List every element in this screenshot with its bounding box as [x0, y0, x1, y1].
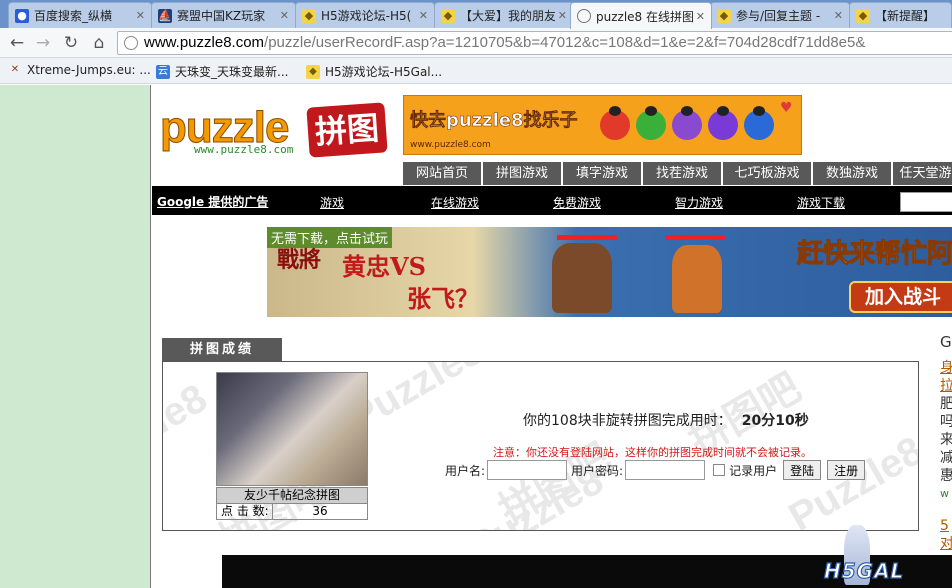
ad-link-online-games[interactable]: 在线游戏 — [431, 194, 479, 211]
left-margin — [0, 85, 151, 588]
fighter-figure — [672, 245, 722, 313]
nav-sudoku[interactable]: 数独游戏 — [813, 162, 893, 185]
h5gal-badge[interactable]: H5GAL — [822, 523, 952, 588]
heart-icon: ♥ — [780, 100, 793, 116]
forward-arrow-icon[interactable]: → — [32, 33, 54, 53]
forum-icon: ◆ — [302, 8, 316, 23]
site-logo[interactable]: puzzle 拼图 www.puzzle8.com — [159, 102, 388, 163]
close-icon[interactable]: ✕ — [696, 10, 705, 23]
watermark: zle8 — [162, 376, 215, 453]
login-form: 用户名: 用户密码: 记录用户 登陆 注册 — [445, 460, 866, 480]
password-input[interactable] — [625, 460, 706, 480]
bookmark-h5gal[interactable]: ◆ H5游戏论坛-H5Gal... — [306, 63, 442, 80]
browser-toolbar: ← → ↻ ⌂ www.puzzle8.com/puzzle/userRecor… — [0, 28, 952, 58]
google-ads-label[interactable]: Google 提供的广告 — [157, 193, 268, 210]
results-panel: zle8 Puzzle8 拼图吧 拼图吧 Puzzle8 拼图吧 Puzzle8… — [162, 361, 919, 531]
browser-tab-friend[interactable]: ◆ 【大爱】我的朋友 ✕ — [434, 2, 574, 28]
register-button[interactable]: 注册 — [827, 460, 866, 480]
health-bar — [665, 235, 725, 240]
close-icon[interactable]: ✕ — [834, 9, 843, 22]
login-notice: 注意：你还没有登陆网站，这样你的拼图完成时间就不会被记录。 — [493, 446, 812, 459]
puzzle-thumbnail[interactable] — [216, 372, 368, 486]
nav-crossword[interactable]: 填字游戏 — [563, 162, 643, 185]
click-count: 点 击 数: 36 — [216, 503, 368, 520]
nav-nintendo[interactable]: 任天堂游戏 — [893, 162, 952, 185]
ladybug-icon — [708, 106, 738, 140]
remember-checkbox[interactable] — [713, 464, 726, 476]
bookmarks-bar: ✕ Xtreme-Jumps.eu: ... 云 天珠变_天珠变最新... ◆ … — [0, 58, 952, 84]
completion-time: 你的108块非旋转拼图完成用时： 20分10秒 — [523, 413, 809, 429]
close-icon[interactable]: ✕ — [136, 9, 145, 22]
username-input[interactable] — [487, 460, 568, 480]
nav-home[interactable]: 网站首页 — [403, 162, 483, 185]
ad-link-free-games[interactable]: 免费游戏 — [553, 194, 601, 211]
bookmark-xtreme-jumps[interactable]: ✕ Xtreme-Jumps.eu: ... — [8, 63, 151, 77]
browser-tab-strip: ● 百度搜索_纵横 ✕ ⛵ 赛盟中国KZ玩家 ✕ ◆ H5游戏论坛-H5( ✕ … — [0, 0, 952, 29]
login-button[interactable]: 登陆 — [783, 460, 822, 480]
sailboat-icon: ⛵ — [158, 8, 172, 23]
puzzle-title[interactable]: 友少千帖纪念拼图 — [216, 487, 368, 504]
header-banner[interactable]: 快去puzzle8找乐子 www.puzzle8.com ♥ — [403, 95, 802, 155]
ad-link-puzzle-games[interactable]: 智力游戏 — [675, 194, 723, 211]
nav-jigsaw[interactable]: 拼图游戏 — [483, 162, 563, 185]
forum-icon: ◆ — [306, 64, 320, 79]
browser-tab-baidu[interactable]: ● 百度搜索_纵横 ✕ — [8, 2, 152, 28]
puzzle8-icon — [577, 9, 591, 23]
fighter-figure — [552, 243, 612, 313]
page-icon — [124, 36, 138, 50]
page-content: puzzle 拼图 www.puzzle8.com 快去puzzle8找乐子 w… — [152, 85, 952, 588]
xj-icon: ✕ — [10, 64, 20, 75]
browser-tab-h5forum[interactable]: ◆ H5游戏论坛-H5( ✕ — [295, 2, 435, 28]
bookmark-tianzhubian[interactable]: 云 天珠变_天珠变最新... — [156, 63, 288, 80]
forum-icon: ◆ — [441, 8, 455, 23]
browser-tab-reply[interactable]: ◆ 参与/回复主题 - ✕ — [710, 2, 850, 28]
ad-link-game-download[interactable]: 游戏下载 — [797, 194, 845, 211]
browser-tab-saimeng[interactable]: ⛵ 赛盟中国KZ玩家 ✕ — [151, 2, 296, 28]
join-battle-button[interactable]: 加入战斗 — [849, 281, 952, 313]
game-ad-banner[interactable]: 无需下载，点击试玩 戰將 黄忠VS 张飞？ 赶快来帮忙阿 加入战斗 — [267, 227, 952, 317]
google-ads-bar: Google 提供的广告 游戏 在线游戏 免费游戏 智力游戏 游戏下载 — [152, 186, 952, 215]
site-search-input[interactable] — [900, 192, 952, 212]
close-icon[interactable]: ✕ — [419, 9, 428, 22]
ladybug-icon — [636, 106, 666, 140]
site-nav: 网站首页 拼图游戏 填字游戏 找茬游戏 七巧板游戏 数独游戏 任天堂游戏 — [403, 162, 952, 185]
forum-icon: ◆ — [717, 8, 731, 23]
browser-tab-reminder[interactable]: ◆ 【新提醒】 — [849, 2, 952, 28]
close-icon[interactable]: ✕ — [280, 9, 289, 22]
baidu-icon: ● — [15, 8, 29, 23]
nav-spot-difference[interactable]: 找茬游戏 — [643, 162, 723, 185]
ladybug-icon — [600, 106, 630, 140]
ladybug-icon — [672, 106, 702, 140]
results-tab: 拼图成绩 — [162, 338, 282, 361]
close-icon[interactable]: ✕ — [558, 9, 567, 22]
home-icon[interactable]: ⌂ — [88, 33, 110, 53]
ad-link-games[interactable]: 游戏 — [320, 194, 344, 211]
ladybug-icon — [744, 106, 774, 140]
back-arrow-icon[interactable]: ← — [6, 33, 28, 53]
forum-icon: ◆ — [856, 8, 870, 23]
reload-icon[interactable]: ↻ — [60, 33, 82, 53]
address-bar[interactable]: www.puzzle8.com/puzzle/userRecordF.asp?a… — [117, 31, 952, 55]
browser-tab-puzzle8[interactable]: puzzle8 在线拼图 ✕ — [570, 2, 712, 29]
cloud-icon: 云 — [156, 64, 170, 79]
nav-tangram[interactable]: 七巧板游戏 — [723, 162, 813, 185]
health-bar — [557, 235, 617, 240]
